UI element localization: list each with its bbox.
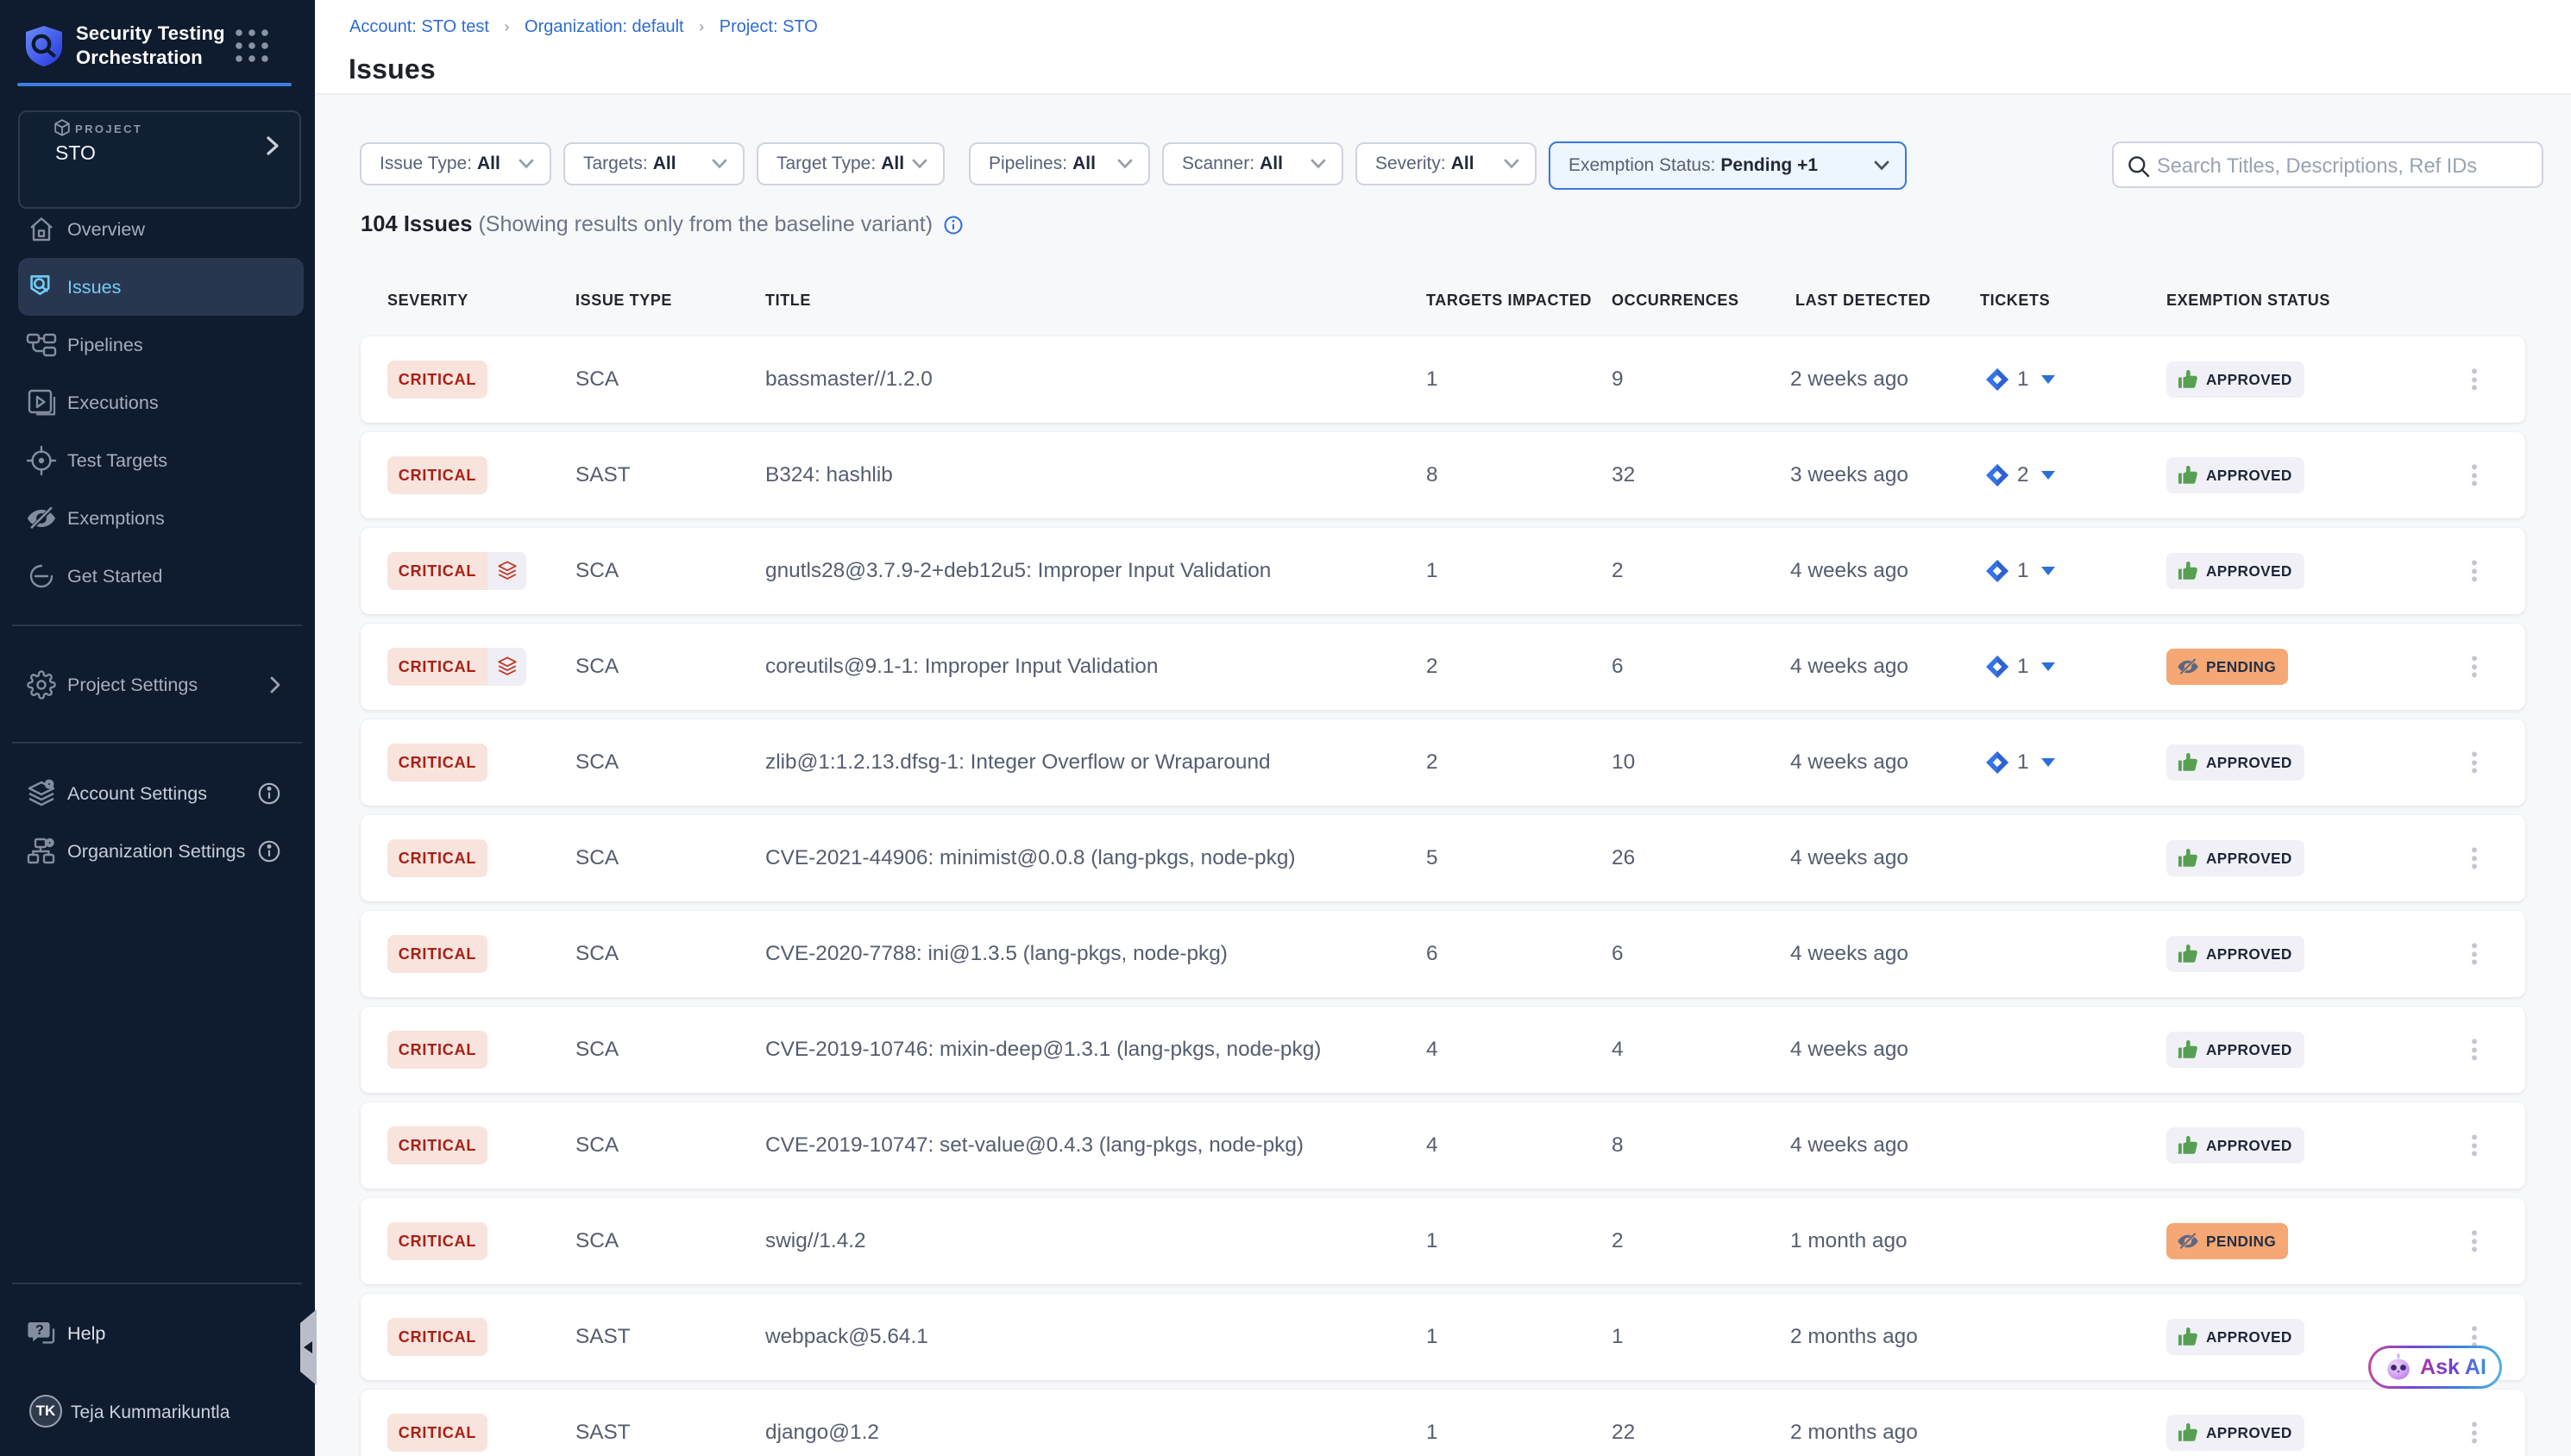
svg-text:?: ? [35, 1323, 44, 1338]
